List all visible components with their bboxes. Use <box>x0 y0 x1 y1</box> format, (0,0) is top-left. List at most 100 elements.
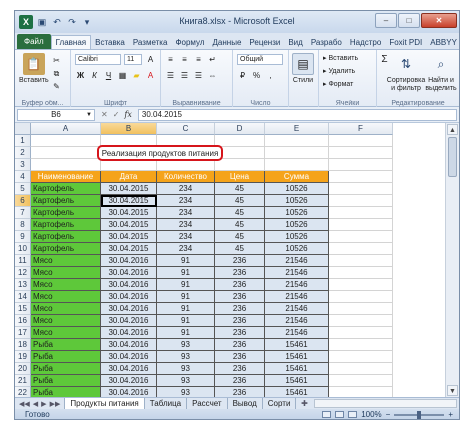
table-cell[interactable]: Мясо <box>31 267 101 279</box>
row-header-20[interactable]: 20 <box>15 363 31 375</box>
row-header-17[interactable]: 17 <box>15 327 31 339</box>
table-cell[interactable]: 30.04.2016 <box>101 303 157 315</box>
undo-icon[interactable]: ↶ <box>51 16 63 28</box>
customize-qat-icon[interactable]: ▾ <box>81 16 93 28</box>
table-cell[interactable]: 234 <box>157 183 215 195</box>
row-header-22[interactable]: 22 <box>15 387 31 397</box>
table-cell[interactable]: Мясо <box>31 327 101 339</box>
row-header-6[interactable]: 6 <box>15 195 31 207</box>
table-cell[interactable]: Картофель <box>31 231 101 243</box>
borders-icon[interactable]: ▦ <box>117 70 128 81</box>
vertical-scroll-thumb[interactable] <box>448 137 457 177</box>
fill-color-icon[interactable]: ▰ <box>131 70 142 81</box>
table-cell[interactable]: 15461 <box>265 387 329 397</box>
format-painter-icon[interactable]: ✎ <box>51 81 62 92</box>
table-cell[interactable]: 30.04.2016 <box>101 291 157 303</box>
thousands-icon[interactable]: , <box>265 70 276 81</box>
table-cell[interactable]: 236 <box>215 315 265 327</box>
first-sheet-icon[interactable]: ◀◀ <box>19 400 30 408</box>
table-cell[interactable]: Картофель <box>31 219 101 231</box>
font-name-select[interactable]: Calibri <box>75 54 121 65</box>
table-cell[interactable]: 91 <box>157 327 215 339</box>
underline-icon[interactable]: Ч <box>103 70 114 81</box>
horizontal-scrollbar[interactable] <box>314 399 457 408</box>
delete-cells-button[interactable]: ▸ Удалить <box>323 67 355 75</box>
row-header-3[interactable]: 3 <box>15 159 31 171</box>
row-header-7[interactable]: 7 <box>15 207 31 219</box>
grow-font-icon[interactable]: A <box>145 54 156 65</box>
currency-icon[interactable]: ₽ <box>237 70 248 81</box>
table-cell[interactable]: 93 <box>157 375 215 387</box>
zoom-in-icon[interactable]: + <box>448 410 453 419</box>
scroll-down-icon[interactable]: ▼ <box>447 385 458 396</box>
paste-button[interactable]: 📋 Вставить <box>19 53 49 84</box>
table-cell[interactable]: 15461 <box>265 351 329 363</box>
table-cell[interactable]: 236 <box>215 267 265 279</box>
table-cell[interactable]: 236 <box>215 339 265 351</box>
cell-f5[interactable] <box>329 183 393 195</box>
table-header-cell[interactable]: Цена <box>215 171 265 183</box>
cell-f13[interactable] <box>329 279 393 291</box>
table-cell[interactable]: 30.04.2016 <box>101 315 157 327</box>
tab-addins[interactable]: Надстро <box>346 36 385 49</box>
cancel-formula-icon[interactable]: ✕ <box>101 110 108 119</box>
tab-file[interactable]: Файл <box>17 34 51 49</box>
table-cell[interactable]: 234 <box>157 219 215 231</box>
cell-f14[interactable] <box>329 291 393 303</box>
maximize-button[interactable]: □ <box>398 13 420 28</box>
table-cell[interactable]: 15461 <box>265 375 329 387</box>
row-header-13[interactable]: 13 <box>15 279 31 291</box>
cell-f2[interactable] <box>329 147 393 159</box>
table-cell[interactable]: 234 <box>157 231 215 243</box>
table-cell[interactable]: 45 <box>215 195 265 207</box>
table-cell[interactable]: 30.04.2015 <box>101 231 157 243</box>
table-header-cell[interactable]: Количество <box>157 171 215 183</box>
cell-f20[interactable] <box>329 363 393 375</box>
table-cell[interactable]: 15461 <box>265 363 329 375</box>
cell-f19[interactable] <box>329 351 393 363</box>
table-cell[interactable]: 30.04.2016 <box>101 339 157 351</box>
normal-view-icon[interactable] <box>322 411 332 418</box>
cell-f3[interactable] <box>329 159 393 171</box>
table-cell[interactable]: Рыба <box>31 375 101 387</box>
cell-e2[interactable] <box>265 147 329 159</box>
sheet-tab-output[interactable]: Вывод <box>228 398 263 409</box>
styles-button[interactable]: ▤ Стили <box>292 53 314 84</box>
tab-page-layout[interactable]: Разметка <box>129 36 172 49</box>
name-box[interactable]: B6 ▼ <box>17 108 95 121</box>
table-cell[interactable]: 236 <box>215 303 265 315</box>
scroll-up-icon[interactable]: ▲ <box>447 124 458 135</box>
column-header-c[interactable]: C <box>157 123 215 135</box>
table-header-cell[interactable]: Наименование <box>31 171 101 183</box>
tab-home[interactable]: Главная <box>50 35 92 49</box>
table-cell[interactable]: Рыба <box>31 387 101 397</box>
cell-a1[interactable] <box>31 135 101 147</box>
table-cell[interactable]: 236 <box>215 291 265 303</box>
tab-abbyy[interactable]: ABBYY Fin <box>426 36 459 49</box>
align-bottom-icon[interactable]: ≡ <box>193 54 204 65</box>
cell-d1[interactable] <box>215 135 265 147</box>
cell-f10[interactable] <box>329 243 393 255</box>
row-header-4[interactable]: 4 <box>15 171 31 183</box>
cell-d3[interactable] <box>215 159 265 171</box>
row-header-8[interactable]: 8 <box>15 219 31 231</box>
sheet-tab-products[interactable]: Продукты питания <box>64 398 145 409</box>
cut-icon[interactable]: ✂ <box>51 55 62 66</box>
row-header-11[interactable]: 11 <box>15 255 31 267</box>
table-cell[interactable]: 10526 <box>265 219 329 231</box>
find-select-button[interactable]: ⌕ Найти и выделить <box>425 53 457 93</box>
table-cell[interactable]: 234 <box>157 207 215 219</box>
table-cell[interactable]: 30.04.2015 <box>101 183 157 195</box>
redo-icon[interactable]: ↷ <box>66 16 78 28</box>
tab-review[interactable]: Рецензи <box>245 36 284 49</box>
vertical-scrollbar[interactable]: ▲ ▼ <box>445 123 459 397</box>
sheet-tab-table[interactable]: Таблица <box>145 398 188 409</box>
next-sheet-icon[interactable]: ▶ <box>41 400 46 408</box>
table-cell[interactable]: 236 <box>215 255 265 267</box>
table-cell[interactable]: 30.04.2016 <box>101 363 157 375</box>
table-cell[interactable]: 236 <box>215 387 265 397</box>
table-cell[interactable]: 10526 <box>265 207 329 219</box>
table-cell[interactable]: 236 <box>215 375 265 387</box>
prev-sheet-icon[interactable]: ◀ <box>33 400 38 408</box>
table-cell[interactable]: 91 <box>157 291 215 303</box>
